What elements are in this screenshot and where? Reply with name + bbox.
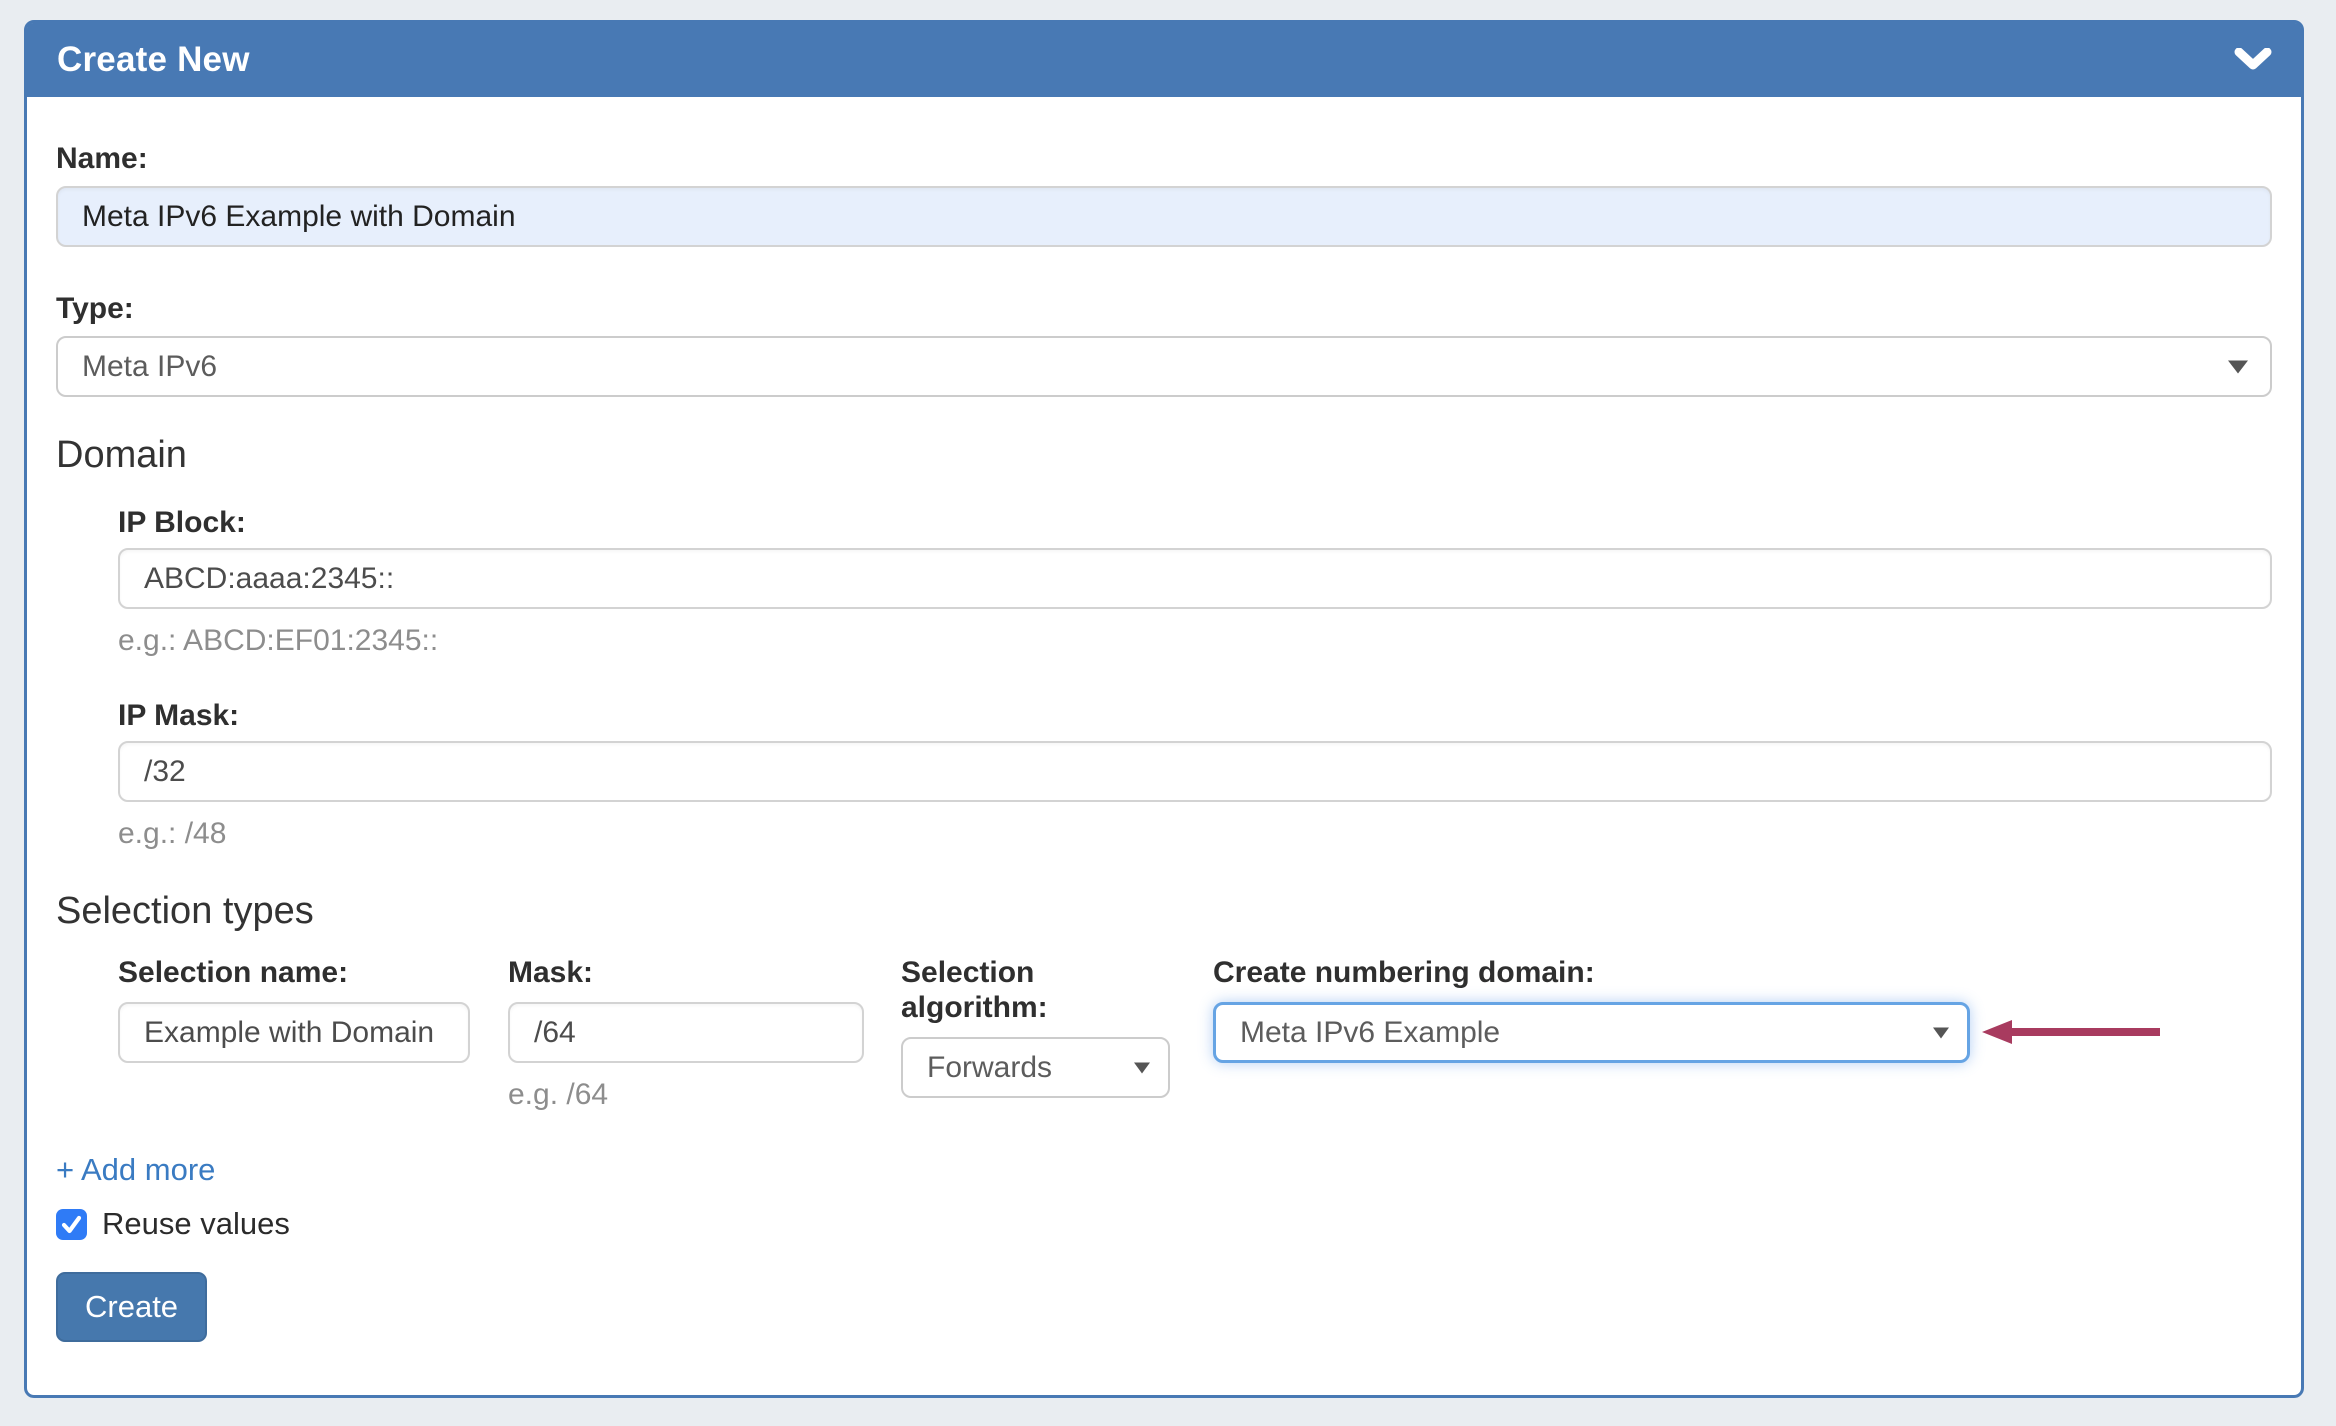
reuse-values-checkbox[interactable] xyxy=(56,1209,87,1240)
numbering-domain-field: Create numbering domain: Meta IPv6 Examp… xyxy=(1213,955,1970,1063)
collapse-button[interactable] xyxy=(2233,45,2273,75)
domain-section: IP Block: e.g.: ABCD:EF01:2345:: IP Mask… xyxy=(118,505,2272,851)
name-input[interactable] xyxy=(56,186,2272,247)
selection-algorithm-field: Selection algorithm: Forwards xyxy=(901,955,1170,1098)
arrow-head-icon xyxy=(1982,1020,2012,1044)
selection-mask-label: Mask: xyxy=(508,955,864,990)
chevron-down-icon xyxy=(2234,48,2272,72)
caret-down-icon xyxy=(1134,1062,1150,1073)
ip-mask-hint: e.g.: /48 xyxy=(118,816,2272,851)
panel-title: Create New xyxy=(57,40,250,80)
selection-name-field: Selection name: xyxy=(118,955,470,1063)
selection-algorithm-label: Selection algorithm: xyxy=(901,955,1170,1025)
ip-block-hint: e.g.: ABCD:EF01:2345:: xyxy=(118,623,2272,658)
selection-mask-hint: e.g. /64 xyxy=(508,1077,864,1112)
type-select-value: Meta IPv6 xyxy=(82,350,217,384)
reuse-values-label: Reuse values xyxy=(102,1206,290,1242)
selection-types-heading: Selection types xyxy=(56,887,2272,935)
selection-algorithm-select[interactable]: Forwards xyxy=(901,1037,1170,1098)
caret-down-icon xyxy=(1933,1027,1949,1038)
create-button[interactable]: Create xyxy=(56,1272,207,1342)
ip-mask-input[interactable] xyxy=(118,741,2272,802)
selection-mask-field: Mask: e.g. /64 xyxy=(508,955,864,1112)
caret-down-icon xyxy=(2228,360,2248,373)
numbering-domain-label: Create numbering domain: xyxy=(1213,955,1970,990)
arrow-tail xyxy=(2012,1028,2160,1036)
type-label: Type: xyxy=(56,291,2272,326)
add-more-link[interactable]: + Add more xyxy=(56,1152,215,1188)
reuse-values-row: Reuse values xyxy=(56,1206,2272,1242)
type-select[interactable]: Meta IPv6 xyxy=(56,336,2272,397)
selection-type-row: Selection name: Mask: e.g. /64 Selection… xyxy=(118,955,2272,1112)
panel-body: Name: Type: Meta IPv6 Domain IP Block: e… xyxy=(27,141,2301,1382)
create-new-panel: Create New Name: Type: Meta IPv6 Domain … xyxy=(24,20,2304,1398)
left-arrow-annotation xyxy=(1982,1020,2160,1044)
panel-header: Create New xyxy=(27,23,2301,97)
numbering-domain-value: Meta IPv6 Example xyxy=(1240,1016,1500,1050)
selection-name-input[interactable] xyxy=(118,1002,470,1063)
checkmark-icon xyxy=(60,1213,83,1236)
selection-algorithm-value: Forwards xyxy=(927,1051,1052,1085)
name-label: Name: xyxy=(56,141,2272,176)
selection-name-label: Selection name: xyxy=(118,955,470,990)
ip-block-input[interactable] xyxy=(118,548,2272,609)
selection-mask-input[interactable] xyxy=(508,1002,864,1063)
ip-mask-label: IP Mask: xyxy=(118,698,2272,733)
domain-section-heading: Domain xyxy=(56,431,2272,479)
ip-block-label: IP Block: xyxy=(118,505,2272,540)
numbering-domain-select[interactable]: Meta IPv6 Example xyxy=(1213,1002,1970,1063)
